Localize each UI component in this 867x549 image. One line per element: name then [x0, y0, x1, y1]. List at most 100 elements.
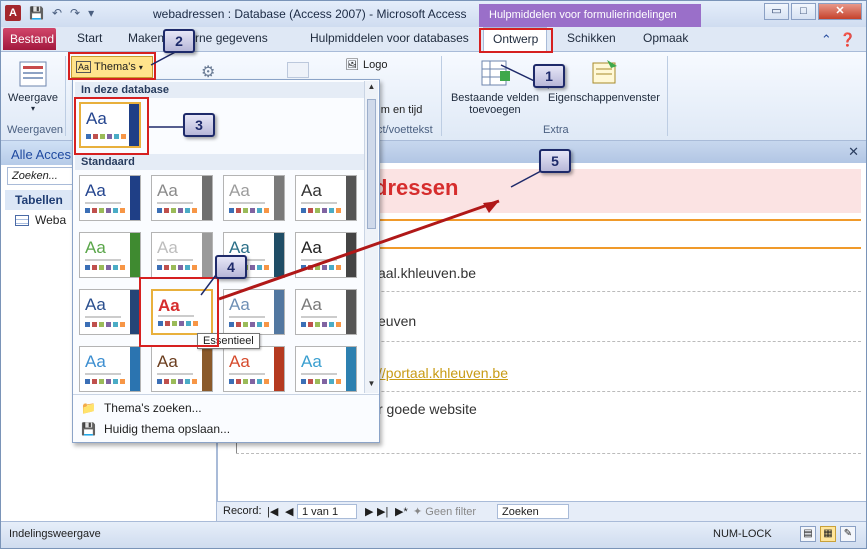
tab-opmaak[interactable]: Opmaak — [643, 31, 688, 45]
gallery-menu: 📁 Thema's zoeken... 💾 Huidig thema opsla… — [73, 394, 379, 442]
theme-thumbnail[interactable]: Aa — [79, 232, 141, 278]
record-position-field[interactable]: 1 van 1 — [297, 504, 357, 519]
scroll-thumb[interactable] — [367, 99, 376, 229]
highlight-database-theme — [74, 97, 149, 155]
no-filter-button[interactable]: ✦ Geen filter — [413, 505, 476, 518]
access-app-icon[interactable]: A — [5, 5, 21, 21]
record-search-input[interactable]: Zoeken — [497, 504, 569, 519]
menu-themas-zoeken[interactable]: 📁 Thema's zoeken... — [81, 401, 202, 415]
tab-start[interactable]: Start — [77, 31, 102, 45]
bestaande-velden-button[interactable]: Bestaande velden toevoegen — [445, 58, 545, 116]
theme-color-swatches — [229, 208, 269, 213]
redo-icon[interactable]: ↷ — [70, 6, 80, 20]
filter-icon: ✦ — [413, 506, 426, 518]
theme-thumbnail[interactable]: Aa — [295, 175, 357, 221]
field-organisation-text[interactable]: euven — [378, 313, 416, 329]
view-status: Indelingsweergave — [9, 528, 101, 540]
theme-accent-bar — [202, 347, 212, 391]
close-button[interactable]: ✕ — [818, 3, 862, 20]
group-weergaven-label: Weergaven — [7, 124, 64, 136]
theme-thumbnail[interactable]: Aa — [295, 289, 357, 335]
theme-thumbnail[interactable]: Aa — [79, 175, 141, 221]
field-description-text[interactable]: r goede website — [378, 401, 477, 417]
window-controls: ▭ □ ✕ — [764, 3, 862, 20]
field-url-text[interactable]: aal.khleuven.be — [378, 265, 476, 281]
theme-thumbnail[interactable]: Aa — [151, 346, 213, 392]
theme-sample-line — [85, 259, 121, 261]
theme-thumbnail[interactable]: Aa — [151, 175, 213, 221]
theme-sample-text: Aa — [85, 352, 106, 371]
design-view-icon[interactable]: ✎ — [840, 526, 856, 542]
theme-sample-line — [301, 316, 337, 318]
tab-schikken[interactable]: Schikken — [567, 31, 616, 45]
theme-thumbnail[interactable]: Aa — [223, 289, 285, 335]
collapse-ribbon-icon[interactable]: ⌃ — [821, 32, 832, 48]
theme-color-swatches — [301, 265, 341, 270]
scroll-up-icon[interactable]: ▲ — [366, 82, 377, 94]
theme-thumbnail[interactable]: Aa — [151, 232, 213, 278]
theme-sample-line — [157, 259, 193, 261]
theme-sample-text: Aa — [85, 238, 106, 257]
theme-thumbnail[interactable]: Aa — [295, 346, 357, 392]
property-sheet-icon — [592, 60, 617, 84]
theme-accent-bar — [274, 176, 284, 220]
theme-sample-line — [229, 202, 265, 204]
tab-hulpmiddelen-databases[interactable]: Hulpmiddelen voor databases — [310, 31, 469, 45]
ribbon-separator — [441, 56, 442, 136]
theme-thumbnail[interactable]: Aa — [295, 232, 357, 278]
gallery-scrollbar[interactable]: ▲ ▼ — [364, 81, 378, 393]
theme-thumbnail[interactable]: Aa — [79, 289, 141, 335]
customize-qat-icon[interactable]: ▾ — [88, 6, 94, 20]
numlock-indicator: NUM-LOCK — [713, 528, 772, 540]
previous-record-icon[interactable]: ◀ — [285, 505, 293, 518]
chevron-down-icon: ▾ — [30, 104, 35, 113]
view-icon — [19, 61, 47, 87]
menu-huidig-thema-opslaan[interactable]: 💾 Huidig thema opslaan... — [81, 422, 230, 436]
field-hyperlink[interactable]: //portaal.khleuven.be — [378, 365, 508, 381]
help-icon[interactable]: ❓ — [840, 32, 856, 48]
theme-color-swatches — [301, 379, 341, 384]
theme-sample-text: Aa — [301, 238, 322, 257]
minimize-button[interactable]: ▭ — [764, 3, 789, 20]
next-record-icon[interactable]: ▶ — [365, 505, 373, 518]
theme-accent-bar — [202, 233, 212, 277]
last-record-icon[interactable]: ▶| — [377, 505, 388, 518]
save-icon[interactable]: 💾 — [29, 6, 44, 20]
callout-3: 3 — [183, 113, 215, 137]
weergave-button[interactable]: Weergave ▾ — [7, 60, 59, 113]
callout-2: 2 — [163, 29, 195, 53]
maximize-button[interactable]: □ — [791, 3, 816, 20]
logo-button[interactable]: 🖼 Logo — [345, 58, 387, 72]
new-record-icon[interactable]: ▶* — [395, 505, 408, 518]
theme-color-swatches — [157, 379, 197, 384]
tab-bestand[interactable]: Bestand — [3, 28, 56, 50]
table-icon — [15, 214, 29, 226]
close-icon[interactable]: ✕ — [848, 144, 859, 160]
theme-sample-text: Aa — [157, 238, 178, 257]
theme-thumbnail[interactable]: Aa — [223, 346, 285, 392]
group-kop-voettekst-label: ct/voettekst — [377, 124, 433, 136]
ribbon-tabs: Bestand Start Maken Externe gegevens Hul… — [1, 27, 866, 51]
first-record-icon[interactable]: |◀ — [267, 505, 278, 518]
theme-sample-line — [157, 373, 193, 375]
scroll-down-icon[interactable]: ▼ — [366, 379, 377, 391]
theme-sample-text: Aa — [229, 352, 250, 371]
undo-icon[interactable]: ↶ — [52, 6, 62, 20]
theme-color-swatches — [85, 208, 125, 213]
nav-item-webadressen[interactable]: Weba — [15, 213, 66, 227]
layout-view-icon[interactable]: ▦ — [820, 526, 836, 542]
theme-thumbnail[interactable]: Aa — [79, 346, 141, 392]
help-area: ⌃ ❓ — [821, 32, 856, 48]
theme-color-swatches — [229, 379, 269, 384]
field-divider — [236, 453, 861, 454]
theme-sample-line — [157, 202, 193, 204]
callout-5: 5 — [539, 149, 571, 173]
folder-icon: 📁 — [81, 401, 96, 415]
theme-sample-text: Aa — [301, 181, 322, 200]
form-view-icon[interactable]: ▤ — [800, 526, 816, 542]
tab-maken[interactable]: Maken — [128, 31, 164, 45]
access-window: A 💾 ↶ ↷ ▾ webadressen : Database (Access… — [0, 0, 867, 549]
theme-sample-text: Aa — [85, 181, 106, 200]
ribbon-separator — [65, 56, 66, 136]
theme-thumbnail[interactable]: Aa — [223, 175, 285, 221]
